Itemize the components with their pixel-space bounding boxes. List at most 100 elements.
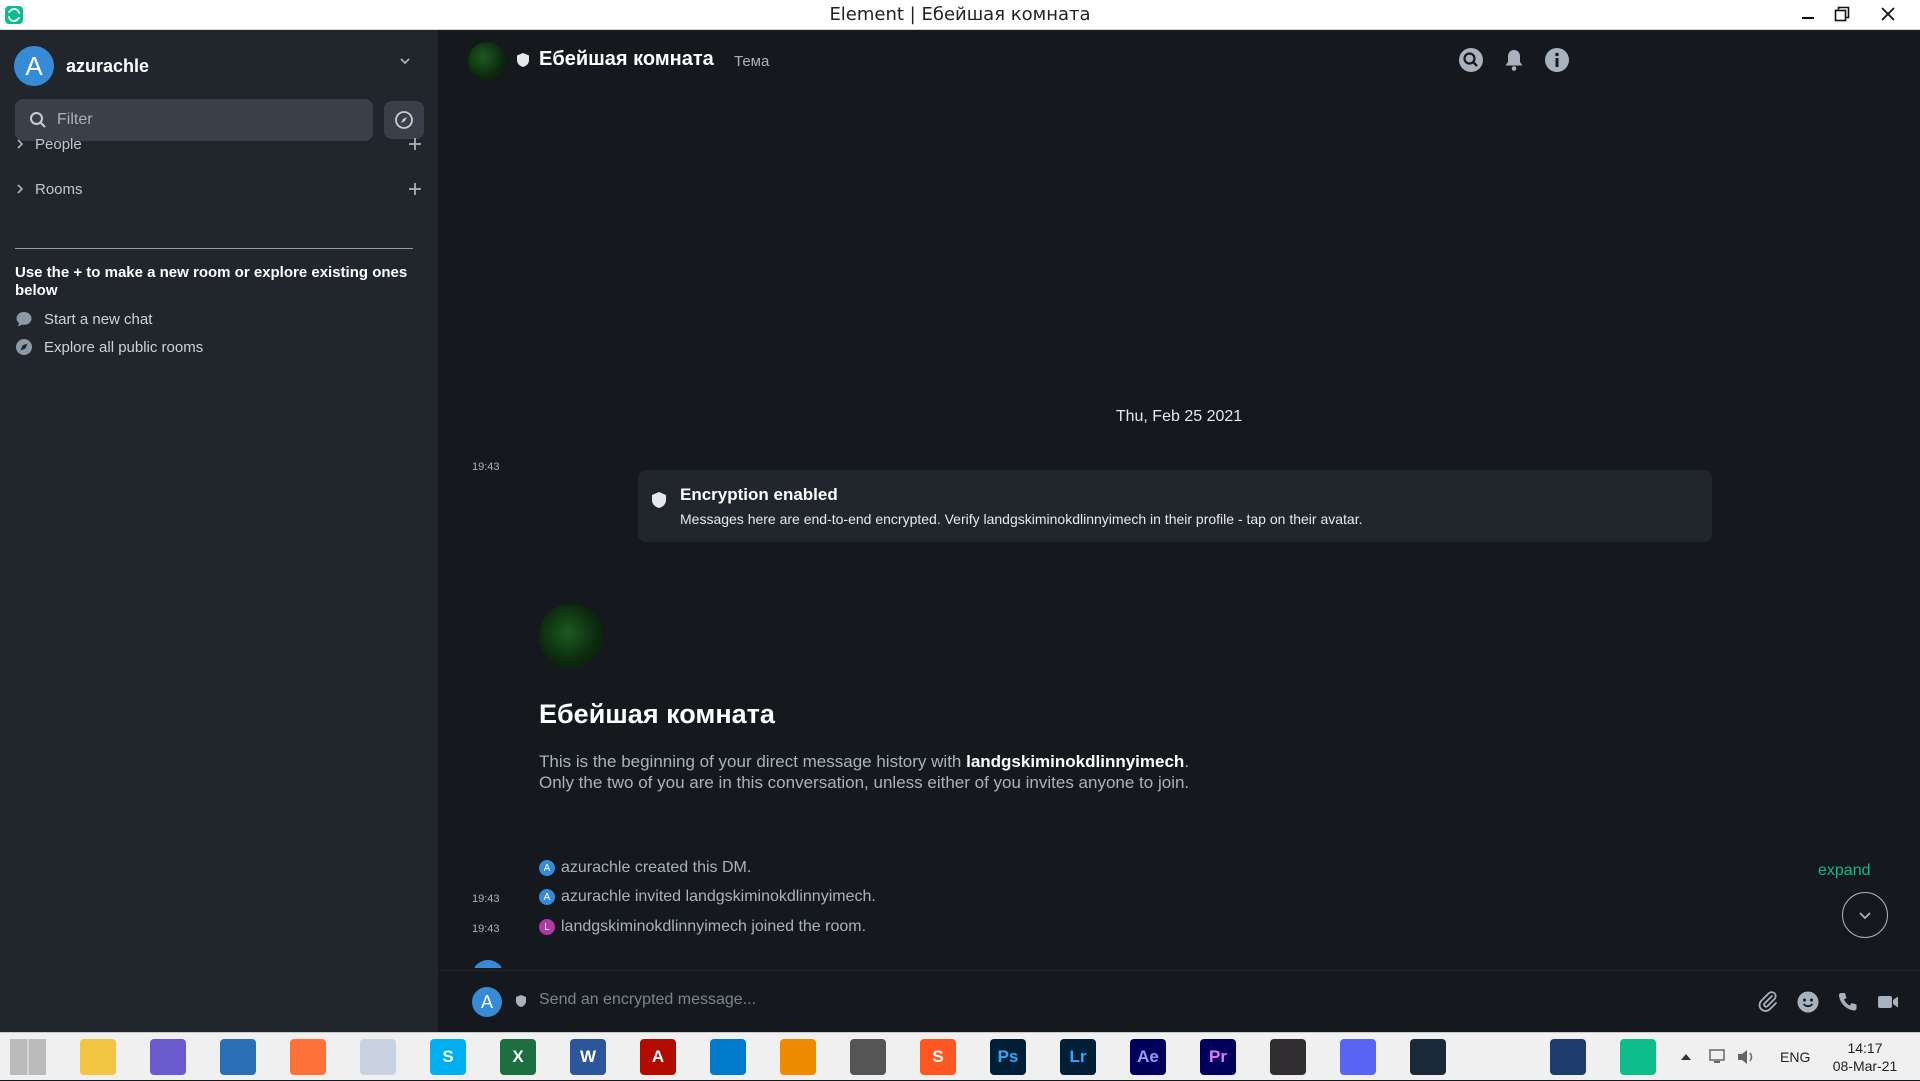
taskbar-app[interactable] [848,1038,888,1076]
taskbar-app[interactable] [778,1038,818,1076]
lightroom-icon: Lr [1060,1039,1096,1075]
section-people[interactable]: People [15,132,425,156]
search-icon[interactable] [1458,47,1484,73]
timeline-event: A azurachle created this DM. [539,859,751,877]
taskbar-app[interactable] [1268,1038,1308,1076]
section-rooms[interactable]: Rooms [15,177,425,201]
message-input[interactable] [539,991,1639,1009]
taskbar-clock[interactable]: 14:17 08-Mar-21 [1820,1039,1910,1075]
taskbar-app[interactable] [358,1038,398,1076]
room-view: Ебейшая комната Тема Thu, Feb 25 2021 19… [438,30,1920,1032]
taskbar-app[interactable] [1548,1038,1588,1076]
taskbar-app[interactable]: W [568,1038,608,1076]
moon-app-icon [360,1039,396,1075]
bell-icon[interactable] [1501,47,1527,73]
discord-icon [1340,1039,1376,1075]
encryption-title: Encryption enabled [680,485,838,504]
empty-hint: Use the + to make a new room or explore … [15,264,408,299]
taskbar-app[interactable]: Ps [988,1038,1028,1076]
room-name[interactable]: Ебейшая комната [539,48,714,71]
phone-icon[interactable] [1836,990,1860,1014]
taskbar-app[interactable] [1478,1038,1518,1076]
close-icon [1881,6,1895,21]
sublime-icon: S [920,1039,956,1075]
taskbar-app[interactable]: Ae [1128,1038,1168,1076]
element-icon [1620,1039,1656,1075]
shield-icon [516,995,526,1007]
taskbar-app[interactable] [218,1038,258,1076]
minimize-button[interactable] [1791,0,1824,27]
restore-button[interactable] [1825,0,1858,27]
event-timestamp: 19:43 [472,893,500,905]
video-icon[interactable] [1876,990,1900,1014]
shield-icon [517,53,529,67]
event-avatar[interactable]: A [539,889,555,905]
timeline-event: A azurachle invited landgskiminokdlinnyi… [539,888,876,906]
explore-public-rooms-link[interactable]: Explore all public rooms [15,338,203,356]
event-text: landgskiminokdlinnyimech joined the room… [561,918,867,935]
info-icon[interactable] [1544,47,1570,73]
event-avatar[interactable]: A [539,860,555,876]
composer-avatar[interactable]: A [472,987,502,1017]
word-icon: W [570,1039,606,1075]
input-language[interactable]: ENG [1780,1049,1810,1065]
add-person-icon[interactable] [405,132,425,156]
taskbar-app[interactable] [148,1038,188,1076]
taskbar-app[interactable] [1618,1038,1658,1076]
room-intro-avatar[interactable] [539,604,603,668]
date-separator: Thu, Feb 25 2021 [1115,408,1243,425]
chevron-right-icon [17,184,24,194]
room-header: Ебейшая комната Тема [438,30,1920,92]
sidebar-divider [15,248,413,249]
expand-link[interactable]: expand [1818,862,1871,880]
window-titlebar: Element | Ебейшая комната [0,0,1920,30]
taskbar-app[interactable] [8,1038,48,1076]
intro-line1-prefix: This is the beginning of your direct mes… [539,752,967,771]
compass-icon [395,111,413,129]
tray-expand-icon[interactable] [1680,1052,1692,1062]
filter-input[interactable] [57,111,357,129]
user-avatar[interactable]: A [14,46,54,86]
network-icon[interactable] [1708,1047,1730,1067]
taskbar-app[interactable]: Lr [1058,1038,1098,1076]
search-icon [30,112,46,128]
intro-line1-suffix: . [1184,752,1190,771]
steam-icon [1410,1039,1446,1075]
volume-icon[interactable] [1736,1047,1758,1067]
firefox-icon [290,1039,326,1075]
event-avatar[interactable]: L [539,919,555,935]
intro-user-name[interactable]: landgskiminokdlinnyimech [966,752,1184,771]
emoji-icon[interactable] [1796,990,1820,1014]
taskbar-app[interactable] [78,1038,118,1076]
taskbar-app[interactable] [708,1038,748,1076]
section-label: People [35,135,82,153]
left-sidebar: A azurachle People Rooms Use the + to ma… [0,30,438,1032]
room-avatar[interactable] [468,42,506,80]
taskbar-app[interactable] [1338,1038,1378,1076]
premiere-icon: Pr [1200,1039,1236,1075]
add-room-icon[interactable] [405,177,425,201]
paperclip-icon[interactable] [1756,990,1780,1014]
shield-icon [652,492,666,508]
taskbar-app[interactable]: Pr [1198,1038,1238,1076]
taskbar-app[interactable] [1408,1038,1448,1076]
system-tray: ENG [1680,1033,1810,1081]
room-topic[interactable]: Тема [734,53,769,70]
download-icon [850,1039,886,1075]
start-new-chat-link[interactable]: Start a new chat [15,310,152,328]
intro-line2: Only the two of you are in this conversa… [539,773,1190,792]
chevron-down-icon[interactable] [398,54,412,68]
taskbar-app[interactable]: S [918,1038,958,1076]
close-window-button[interactable] [1859,0,1917,27]
taskbar-app[interactable] [288,1038,328,1076]
room-intro-title: Ебейшая комната [539,699,775,729]
opera-icon [1480,1039,1516,1075]
account-menu[interactable]: A azurachle [14,46,149,86]
taskbar-app[interactable]: X [498,1038,538,1076]
taskbar-app[interactable]: A [638,1038,678,1076]
section-label: Rooms [35,180,83,198]
account-name[interactable]: azurachle [66,56,149,77]
jump-to-bottom-button[interactable] [1842,892,1888,938]
room-intro-text: This is the beginning of your direct mes… [539,751,1439,793]
taskbar-app[interactable]: S [428,1038,468,1076]
